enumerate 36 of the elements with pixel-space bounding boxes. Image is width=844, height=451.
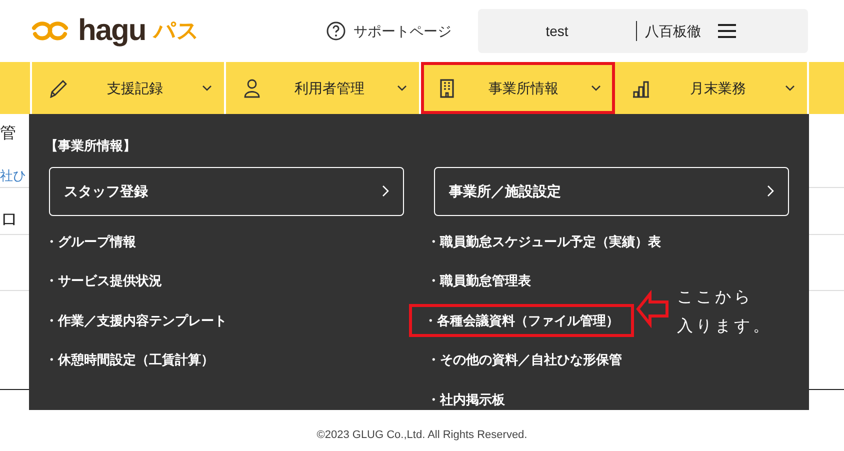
callout-text: ここから 入ります。 (677, 286, 772, 336)
page-title-fragment: 管 (0, 124, 16, 144)
menu-button[interactable]: スタッフ登録 (49, 166, 404, 216)
chevron-down-icon (396, 85, 406, 91)
support-link[interactable]: サポートページ (326, 20, 452, 42)
person-icon (242, 78, 262, 98)
logo-text: hagu (78, 16, 146, 46)
menu-link[interactable]: ・サービス提供状況 (42, 264, 177, 298)
menu-button[interactable] (717, 23, 737, 39)
facility-name: test (544, 22, 570, 40)
breadcrumb-link[interactable]: 社ひ (0, 166, 26, 186)
menu-link[interactable]: ・各種会議資料（ファイル管理） (409, 304, 634, 337)
menu-link[interactable]: ・その他の資料／自社ひな形保管 (424, 343, 637, 376)
menu-link[interactable]: ・休憩時間設定（工賃計算） (42, 343, 229, 376)
chevron-down-icon (202, 85, 212, 91)
menu-icon (717, 23, 737, 39)
user-name: 八百板徹 (645, 22, 701, 40)
pencil-icon (48, 78, 68, 98)
menu-link[interactable]: ・作業／支援内容テンプレート (42, 304, 242, 337)
left-arrow-icon (636, 290, 669, 328)
nav-tab[interactable]: 事業所情報 (420, 62, 615, 114)
logo-suffix: パス (154, 20, 200, 42)
menu-button[interactable]: 事業所／施設設定 (434, 166, 789, 216)
chevron-down-icon (785, 85, 795, 91)
section-heading-fragment: ロ (0, 208, 18, 231)
logo-mark-icon (30, 20, 70, 42)
menu-link[interactable]: ・社内掲示板 (424, 382, 520, 416)
chevron-down-icon (590, 85, 601, 91)
chevron-right-icon (767, 185, 774, 197)
menu-link[interactable]: ・職員勤怠管理表 (424, 264, 546, 298)
menu-link[interactable]: ・グループ情報 (42, 224, 151, 258)
help-icon (326, 21, 346, 41)
menu-link[interactable]: ・職員勤怠スケジュール予定（実績）表 (424, 224, 676, 258)
footer-text: ©2023 GLUG Co.,Ltd. All Rights Reserved. (316, 428, 528, 442)
chevron-right-icon (382, 185, 389, 197)
dropdown-title: 【事業所情報】 (45, 137, 137, 155)
